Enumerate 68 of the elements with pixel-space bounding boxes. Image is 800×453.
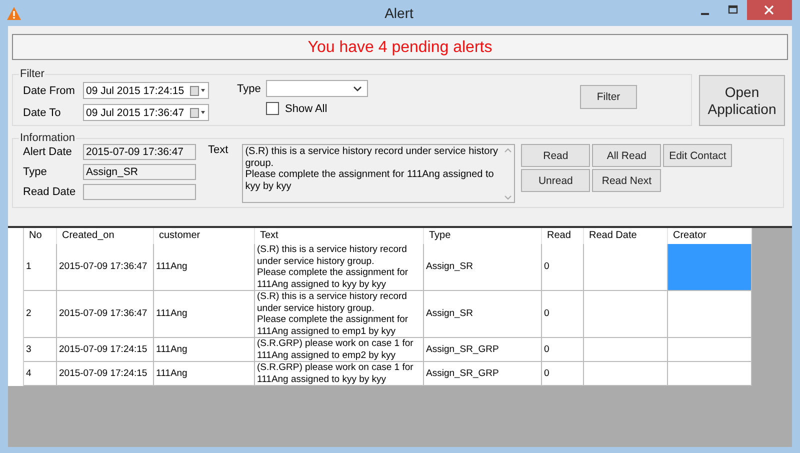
table-cell: 111Ang xyxy=(154,291,255,338)
table-cell: 111Ang xyxy=(154,362,255,386)
action-button[interactable]: Unread xyxy=(521,169,590,192)
action-button[interactable]: Read Next xyxy=(592,169,662,192)
filter-button[interactable]: Filter xyxy=(580,85,637,109)
table-cell: 2 xyxy=(24,291,57,338)
table-cell: Assign_SR xyxy=(424,244,542,291)
field-label: Date From xyxy=(22,84,76,96)
table-cell: 2015-07-09 17:24:15 xyxy=(57,338,154,362)
table-cell: 0 xyxy=(542,362,584,386)
maximize-icon xyxy=(728,5,738,15)
calendar-icon xyxy=(190,86,206,96)
table-cell: Assign_SR_GRP xyxy=(424,338,542,362)
close-button[interactable] xyxy=(746,0,792,20)
column-header[interactable]: No xyxy=(24,228,57,244)
field-label: Text xyxy=(208,144,228,156)
table-cell: 111Ang xyxy=(154,244,255,291)
close-icon xyxy=(764,5,774,15)
field-label: Type xyxy=(22,166,48,178)
window-title: Alert xyxy=(384,5,414,21)
column-header[interactable]: Read Date xyxy=(584,228,668,244)
field-label: Date To xyxy=(22,106,62,118)
checkbox[interactable] xyxy=(266,102,279,115)
table-cell: 1 xyxy=(24,244,57,291)
row-header[interactable] xyxy=(8,362,24,386)
date-picker[interactable]: 09 Jul 2015 17:24:15 xyxy=(83,82,209,99)
show-all-checkbox[interactable]: Show All xyxy=(266,102,368,115)
table-cell: 0 xyxy=(542,338,584,362)
field-label: Type xyxy=(237,82,262,94)
table-cell: 2015-07-09 17:36:47 xyxy=(57,244,154,291)
group-title: Filter xyxy=(19,68,46,80)
open-application-button[interactable]: Open Application xyxy=(699,75,785,126)
action-button[interactable]: All Read xyxy=(592,144,662,167)
alert-banner: You have 4 pending alerts xyxy=(12,34,788,60)
column-header[interactable]: Text xyxy=(255,228,424,244)
column-header[interactable]: Read xyxy=(542,228,584,244)
table-cell: Assign_SR xyxy=(424,291,542,338)
table-cell: 111Ang xyxy=(154,338,255,362)
table-cell: 2015-07-09 17:36:47 xyxy=(57,291,154,338)
table-cell: 0 xyxy=(542,291,584,338)
date-picker[interactable]: 09 Jul 2015 17:36:47 xyxy=(83,104,209,121)
table-cell: (S.R) this is a service history record under service history group. Please complete the assignment for 111Ang assigned to kyy by kyy xyxy=(255,244,424,291)
type-field: Assign_SR xyxy=(83,164,196,180)
table-cell: (S.R.GRP) please work on case 1 for 111Ang assigned to emp2 by kyy xyxy=(255,338,424,362)
scrollbar-drawing xyxy=(503,146,514,202)
field-label: Alert Date xyxy=(22,146,73,158)
column-header[interactable]: Type xyxy=(424,228,542,244)
group-title: Information xyxy=(19,132,76,144)
text-area[interactable]: (S.R) this is a service history record under service history group. Please complete the assignment for 111Ang assigned to kyy by kyy xyxy=(242,144,516,203)
minimize-icon xyxy=(700,13,709,15)
field-label: Read Date xyxy=(22,186,77,198)
table-cell: 0 xyxy=(542,244,584,291)
table-cell: 3 xyxy=(24,338,57,362)
action-button[interactable]: Read xyxy=(521,144,590,167)
type-dropdown[interactable] xyxy=(266,80,368,97)
table-cell: 2015-07-09 17:24:15 xyxy=(57,362,154,386)
table-cell: (S.R) this is a service history record under service history group. Please complete the assignment for 111Ang assigned to emp1 by kyy xyxy=(255,291,424,338)
action-button[interactable]: Edit Contact xyxy=(663,144,732,167)
column-header[interactable]: Creator xyxy=(668,228,752,244)
table-cell: 4 xyxy=(24,362,57,386)
calendar-icon xyxy=(190,108,206,118)
table-cell: (S.R.GRP) please work on case 1 for 111Ang assigned to kyy by kyy xyxy=(255,362,424,386)
table-cell: Assign_SR_GRP xyxy=(424,362,542,386)
alert-date-field: 2015-07-09 17:36:47 xyxy=(83,144,196,160)
column-header[interactable]: customer xyxy=(154,228,255,244)
warning-icon xyxy=(6,6,22,20)
chevron-down-icon xyxy=(353,86,362,92)
column-header[interactable]: Created_on xyxy=(57,228,154,244)
